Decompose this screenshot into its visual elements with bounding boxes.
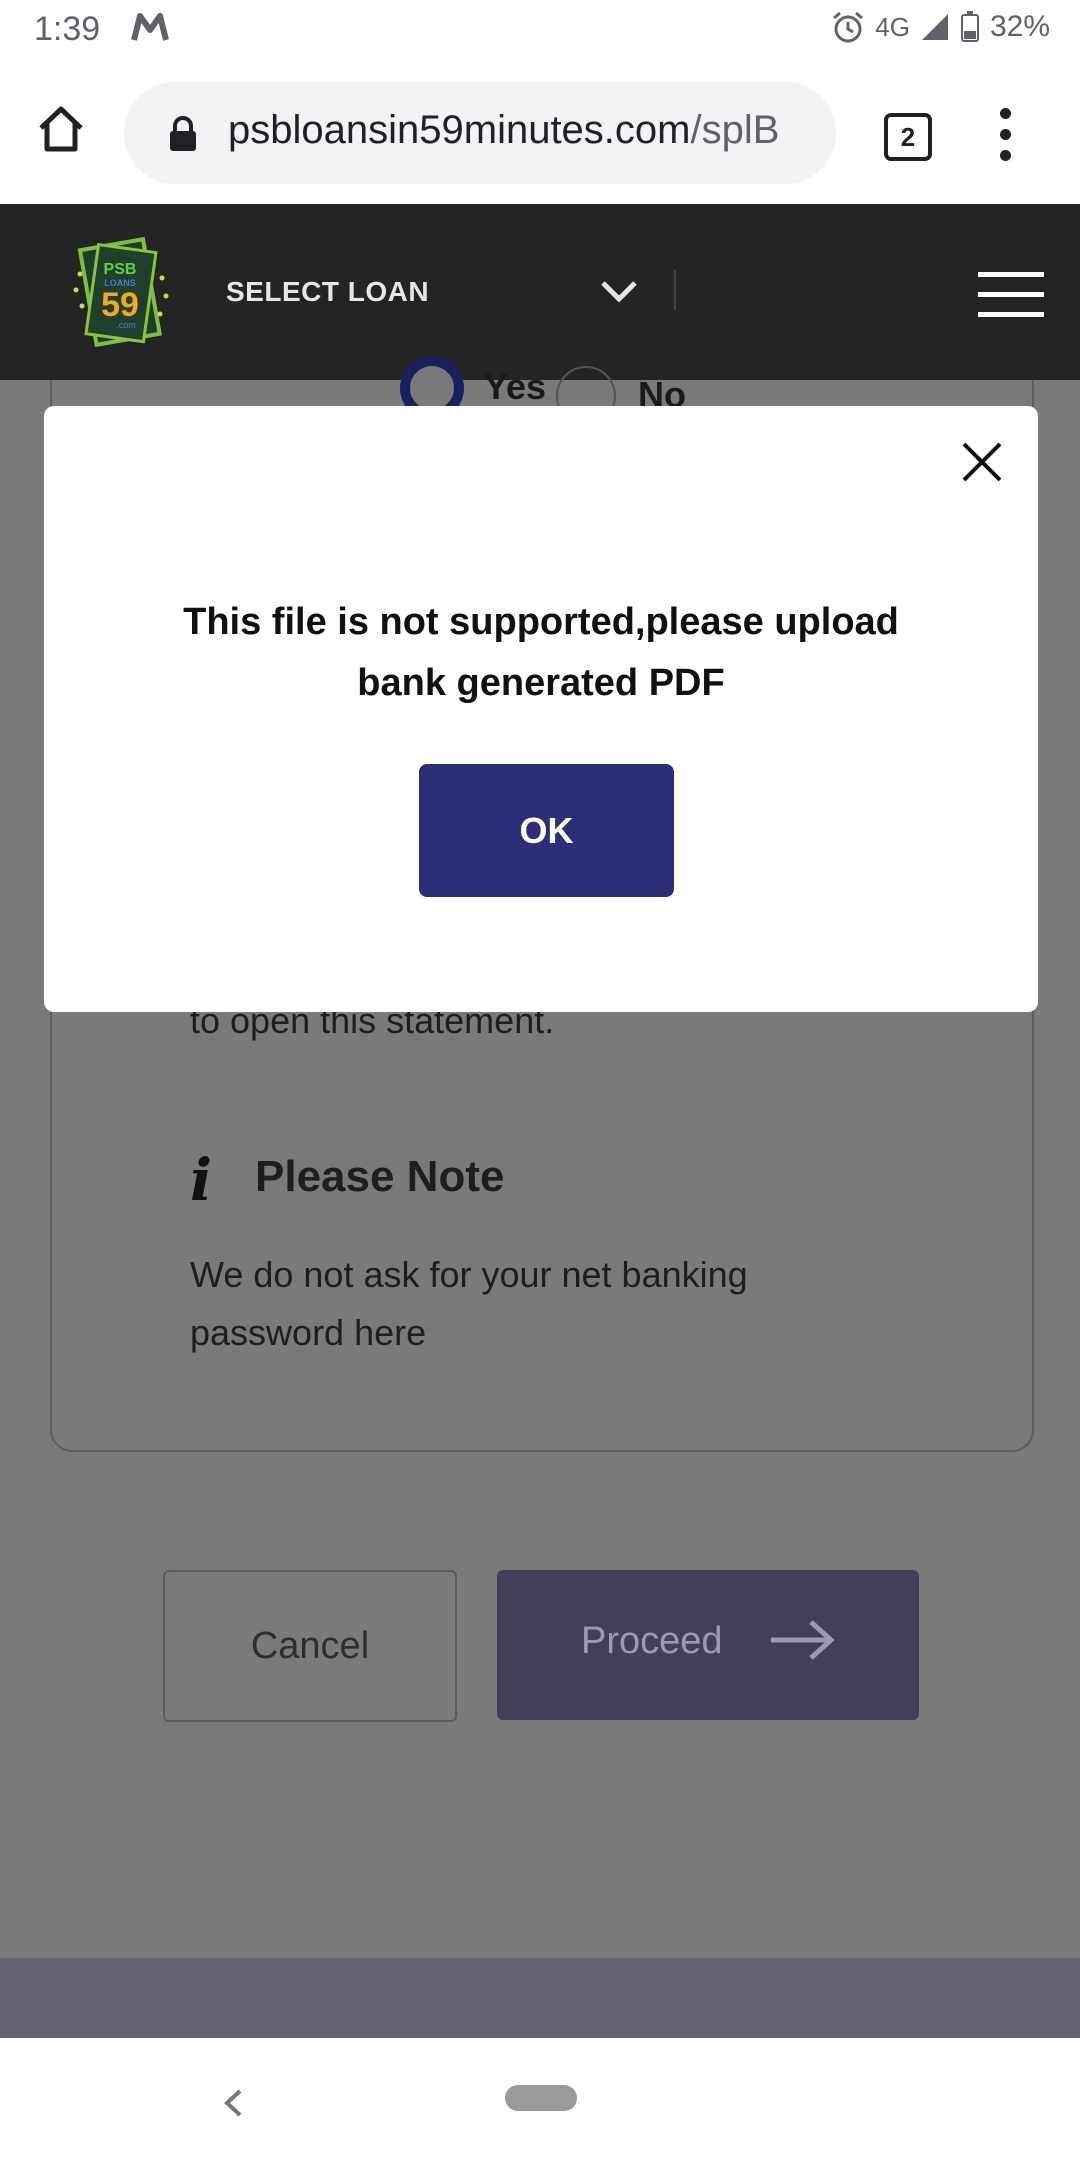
chevron-down-icon[interactable]: [600, 279, 638, 303]
url-path: /splB: [690, 108, 780, 152]
note-text: We do not ask for your net banking passw…: [190, 1254, 748, 1353]
header-divider: [674, 270, 676, 310]
select-loan-dropdown[interactable]: SELECT LOAN: [226, 276, 429, 308]
back-icon[interactable]: [222, 2088, 244, 2118]
error-dialog: This file is not supported,please upload…: [44, 406, 1038, 1012]
browser-toolbar: psbloansin59minutes.com/splB 2: [0, 64, 1080, 204]
url-text: psbloansin59minutes.com/splB: [228, 108, 828, 153]
info-icon: i: [190, 1146, 213, 1214]
url-domain: psbloansin59minutes.com: [228, 108, 691, 152]
psb-logo[interactable]: PSB LOANS 59 .com: [70, 234, 170, 352]
logo-com: .com: [116, 320, 136, 330]
cancel-button[interactable]: Cancel: [163, 1570, 457, 1722]
logo-59: 59: [101, 286, 139, 324]
alarm-icon: [833, 11, 864, 43]
arrow-right-icon: [771, 1620, 835, 1660]
home-icon[interactable]: [36, 104, 86, 154]
close-icon[interactable]: [960, 440, 1004, 484]
more-options-icon[interactable]: [1000, 108, 1012, 171]
error-message: This file is not supported,please upload…: [183, 601, 899, 704]
lock-icon: [170, 116, 196, 151]
proceed-label: Proceed: [581, 1620, 723, 1662]
signal-icon: [921, 14, 948, 40]
gmail-notification-icon: [131, 13, 169, 41]
address-bar[interactable]: psbloansin59minutes.com/splB: [124, 82, 836, 184]
logo-psb: PSB: [104, 261, 137, 278]
ok-button[interactable]: OK: [419, 764, 674, 897]
battery-level: 32%: [989, 10, 1050, 43]
footer-band: [0, 1958, 1080, 2038]
tab-switcher-button[interactable]: 2: [884, 113, 932, 161]
network-type: 4G: [875, 11, 910, 42]
site-header: PSB LOANS 59 .com SELECT LOAN: [0, 204, 1080, 380]
status-time: 1:39: [34, 10, 101, 48]
status-bar: 1:39 4G 32%: [0, 0, 1080, 64]
note-title: Please Note: [255, 1152, 505, 1201]
hamburger-menu-icon[interactable]: [978, 272, 1044, 332]
system-nav-bar: [0, 2038, 1080, 2160]
battery-icon: [960, 11, 979, 42]
status-right: 4G 32%: [831, 10, 1050, 44]
proceed-button[interactable]: Proceed: [497, 1570, 919, 1720]
home-gesture-pill[interactable]: [505, 2085, 577, 2111]
